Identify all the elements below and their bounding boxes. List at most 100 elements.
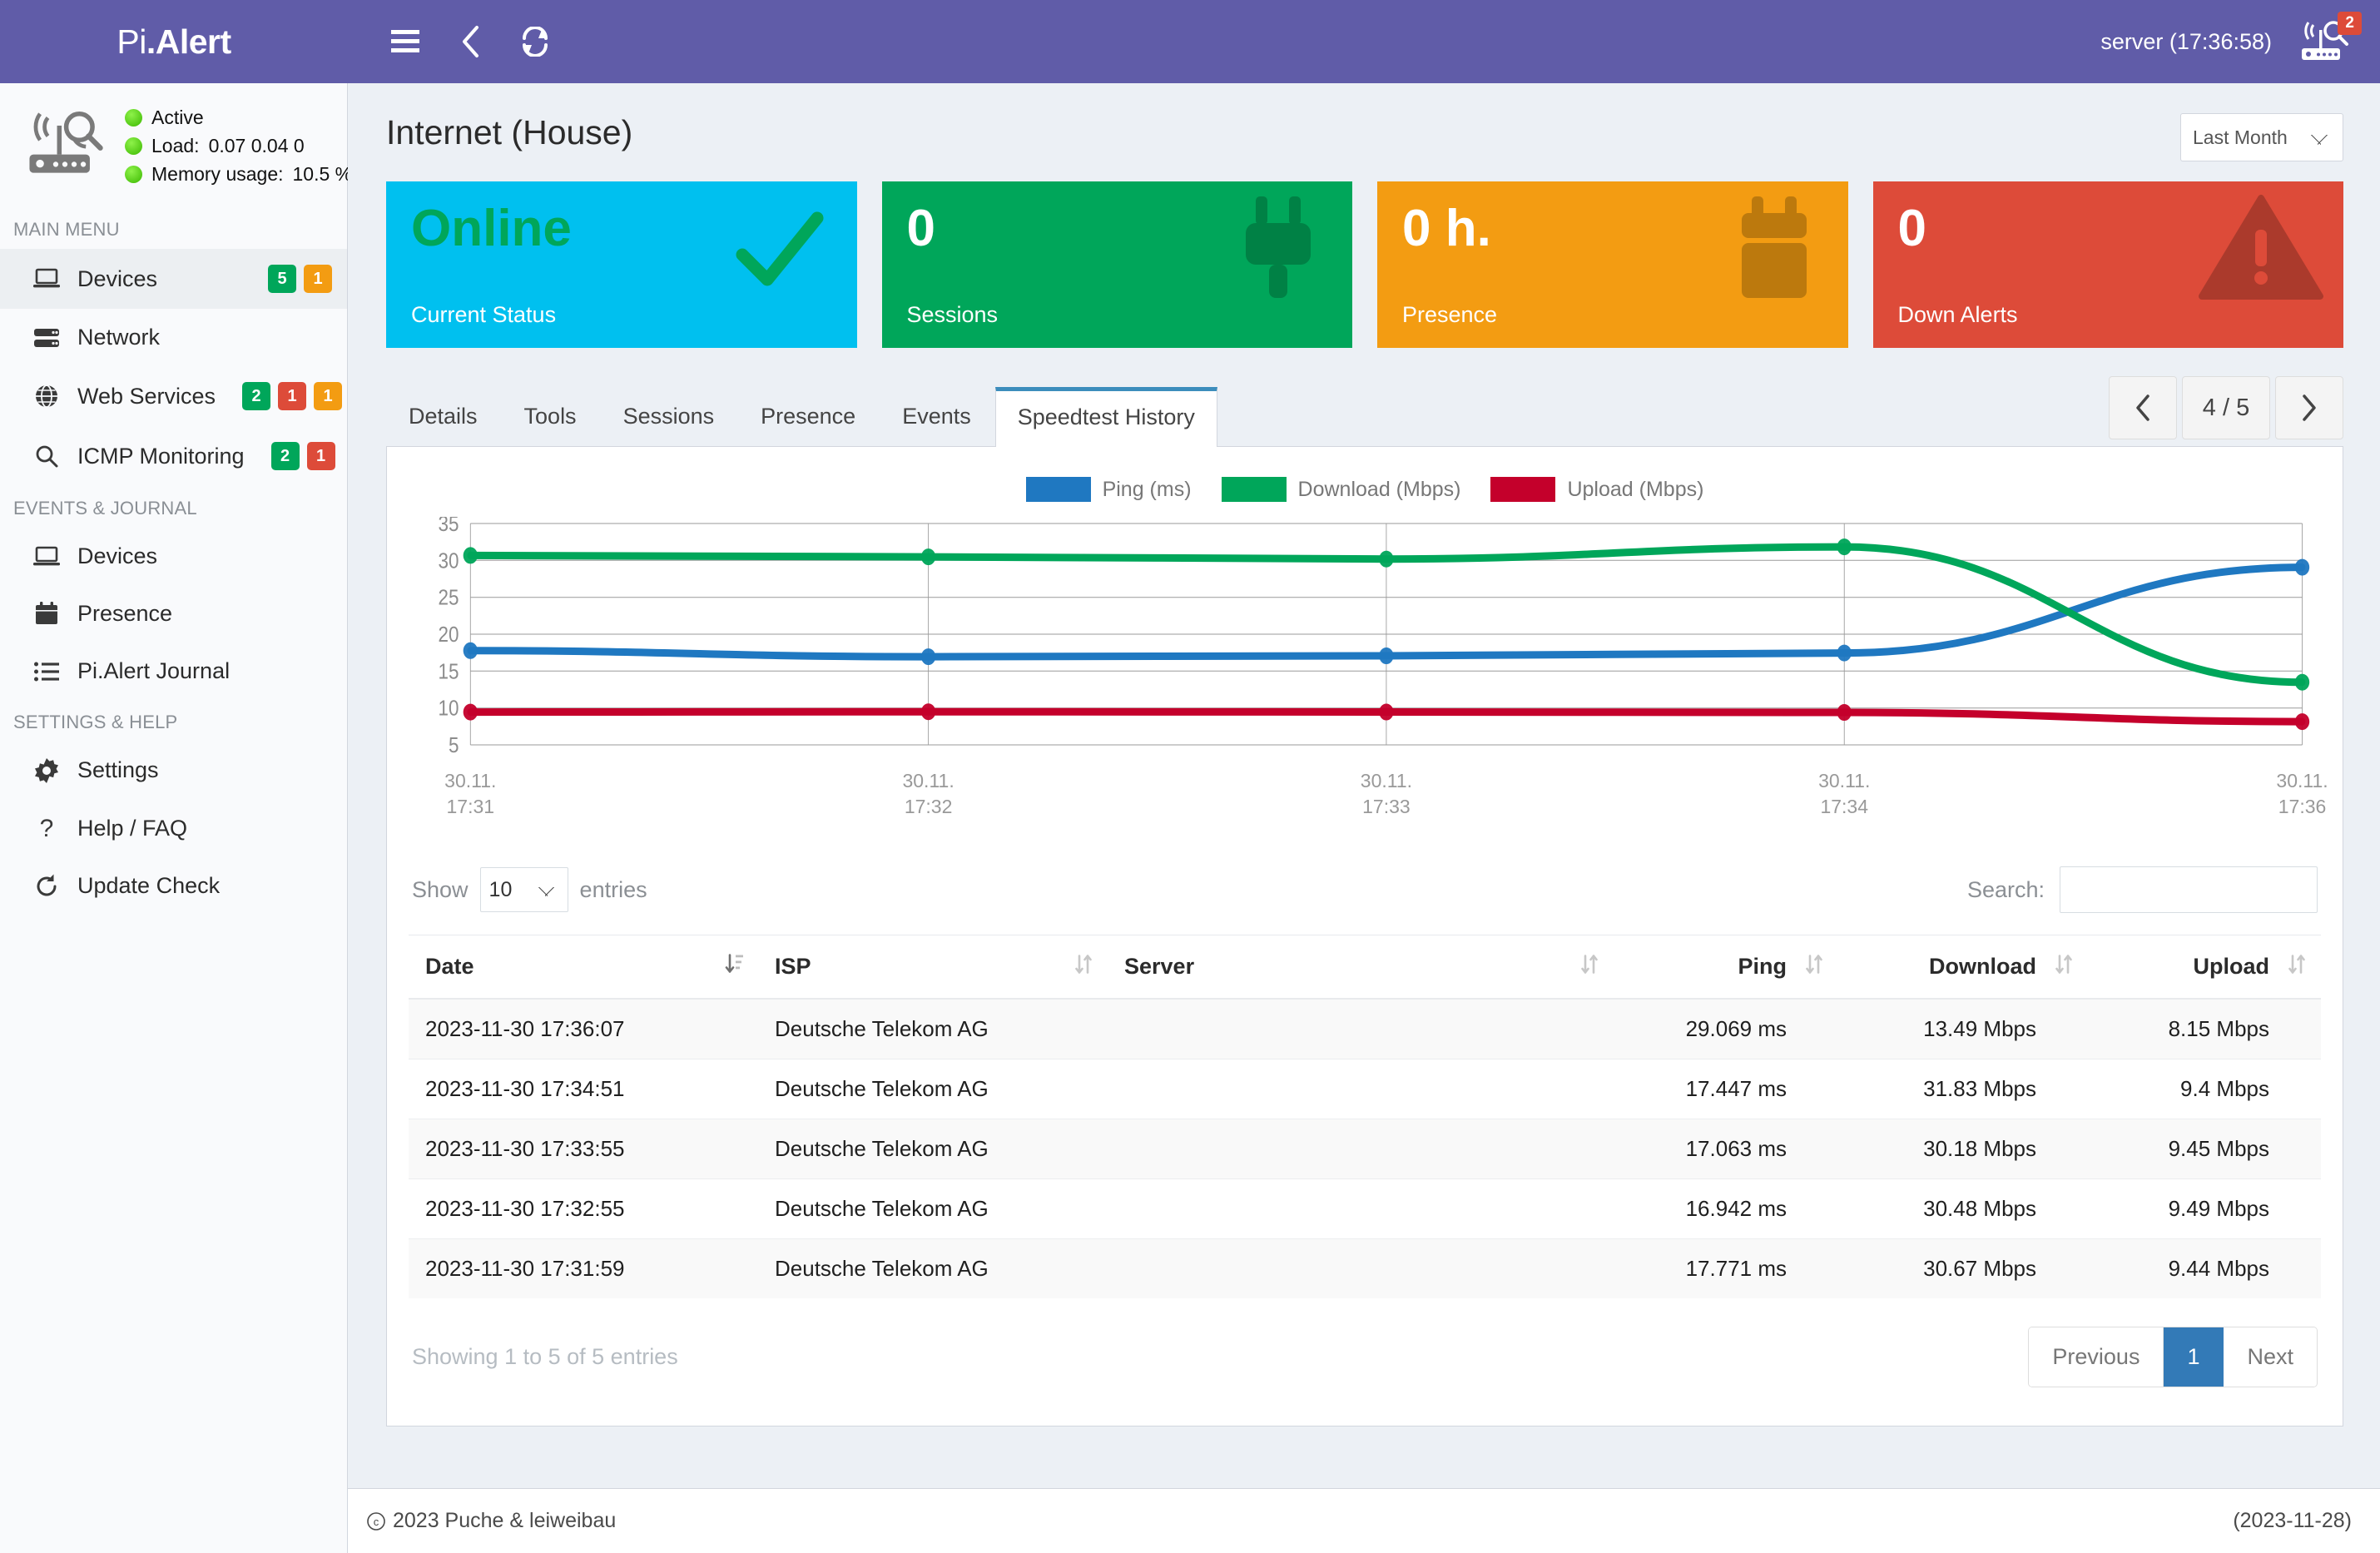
status-load-value: 0.07 0.04 0	[208, 135, 305, 156]
svg-text:c: c	[374, 1516, 379, 1528]
device-prev-button[interactable]	[2109, 376, 2177, 439]
tab-details[interactable]: Details	[386, 386, 500, 446]
tab-tools[interactable]: Tools	[502, 386, 599, 446]
cell-ping: 17.447 ms	[1614, 1059, 1838, 1119]
pagination-page-1[interactable]: 1	[2164, 1327, 2224, 1387]
sidebar-section-header: MAIN MENU	[13, 219, 120, 240]
table-header-row: Date ISP Server Ping Download Upload	[409, 935, 2321, 1000]
globe-icon	[32, 384, 61, 409]
warning-triangle-icon	[2199, 193, 2323, 305]
footer-copyright: c 2023 Puche & leiweibau	[366, 1509, 616, 1533]
table-row[interactable]: 2023-11-30 17:33:55 Deutsche Telekom AG 17…	[409, 1119, 2321, 1179]
column-header-date[interactable]: Date	[409, 935, 758, 1000]
sidebar-section-header: EVENTS & JOURNAL	[13, 498, 197, 518]
cell-download: 30.48 Mbps	[1838, 1178, 2088, 1239]
sidebar-item-label: Settings	[77, 757, 159, 782]
router-scan-icon	[22, 110, 108, 182]
stat-card-label: Current Status	[411, 302, 557, 327]
badge-orange: 1	[304, 265, 332, 293]
sort-indicator-icon	[1805, 951, 1823, 982]
cell-upload: 9.45 Mbps	[2088, 1119, 2321, 1179]
question-icon: ?	[32, 815, 61, 841]
search-input[interactable]	[2060, 866, 2318, 913]
sidebar-item-pi-alert-journal[interactable]: Pi.Alert Journal	[0, 643, 347, 700]
chart-x-tick-time: 17:36	[2278, 796, 2327, 818]
column-header-label: Date	[425, 954, 474, 979]
stat-card-current-status[interactable]: Online Current Status	[386, 181, 857, 348]
sidebar-item-update-check[interactable]: Update Check	[0, 857, 347, 915]
legend-item[interactable]: Ping (ms)	[1025, 477, 1192, 502]
logo-prefix: Pi	[117, 22, 146, 61]
stat-cards-row: Online Current Status 0 Sessions 0 h. Presenc…	[373, 181, 2343, 348]
legend-item[interactable]: Upload (Mbps)	[1490, 477, 1703, 502]
server-clock-label: server (17:36:58)	[2100, 28, 2272, 54]
cell-date: 2023-11-30 17:36:07	[409, 998, 758, 1059]
pagination-previous-button[interactable]: Previous	[2029, 1327, 2164, 1387]
status-memory-value: 10.5 %	[292, 163, 353, 185]
stat-card-label: Presence	[1402, 302, 1498, 327]
tab-sessions[interactable]: Sessions	[601, 386, 737, 446]
sidebar-menu: MAIN MENU Devices 5 1 Network Web Services 2 1 1…	[0, 207, 347, 915]
sidebar-item-icmp-monitoring[interactable]: ICMP Monitoring 2 1	[0, 426, 347, 486]
hamburger-icon[interactable]	[373, 0, 438, 83]
column-header-ping[interactable]: Ping	[1614, 935, 1838, 1000]
search-control: Search:	[1967, 866, 2318, 913]
column-header-upload[interactable]: Upload	[2088, 935, 2321, 1000]
sidebar-item-label: Pi.Alert Journal	[77, 658, 231, 683]
column-header-isp[interactable]: ISP	[758, 935, 1108, 1000]
cell-isp: Deutsche Telekom AG	[758, 1059, 1108, 1119]
column-header-label: Ping	[1738, 954, 1787, 979]
chart-legend: Ping (ms) Download (Mbps) Upload (Mbps)	[409, 472, 2321, 517]
legend-label: Ping (ms)	[1102, 477, 1192, 501]
chart-x-tick-time: 17:34	[1820, 796, 1868, 818]
tab-presence[interactable]: Presence	[738, 386, 878, 446]
sidebar-item-devices[interactable]: Devices 5 1	[0, 249, 347, 309]
sidebar-item-settings[interactable]: Settings	[0, 742, 347, 799]
sort-none-icon	[1075, 954, 1092, 974]
svg-text:35: 35	[438, 517, 459, 536]
sidebar-item-web-services[interactable]: Web Services 2 1 1	[0, 366, 347, 426]
table-row[interactable]: 2023-11-30 17:34:51 Deutsche Telekom AG 17…	[409, 1059, 2321, 1119]
sidebar-item-network[interactable]: Network	[0, 309, 347, 366]
page-header: Internet (House) Last Month	[373, 83, 2343, 181]
status-memory-label: Memory usage:	[151, 163, 284, 185]
tab-speedtest-history[interactable]: Speedtest History	[994, 387, 1217, 447]
device-next-button[interactable]	[2275, 376, 2343, 439]
table-row[interactable]: 2023-11-30 17:32:55 Deutsche Telekom AG 16…	[409, 1178, 2321, 1239]
sidebar-section-header: SETTINGS & HELP	[13, 712, 178, 732]
chevron-left-icon[interactable]	[438, 0, 503, 83]
refresh-icon[interactable]	[503, 0, 568, 83]
entries-per-page-select[interactable]: 102550100	[479, 867, 568, 912]
sort-indicator-icon	[1074, 951, 1093, 982]
pagination-next-button[interactable]: Next	[2224, 1327, 2317, 1387]
column-header-server[interactable]: Server	[1108, 935, 1614, 1000]
footer-copyright-text: 2023 Puche & leiweibau	[393, 1509, 617, 1532]
entries-label: entries	[579, 876, 647, 902]
topbar-left-controls	[348, 0, 2100, 83]
sidebar-item-devices[interactable]: Devices	[0, 528, 347, 585]
stat-card-down-alerts[interactable]: 0 Down Alerts	[1872, 181, 2343, 348]
table-row[interactable]: 2023-11-30 17:31:59 Deutsche Telekom AG 17…	[409, 1238, 2321, 1298]
sidebar-item-help-faq[interactable]: ? Help / FAQ	[0, 799, 347, 857]
badge-green: 2	[270, 442, 300, 470]
cell-isp: Deutsche Telekom AG	[758, 1178, 1108, 1239]
stat-card-label: Down Alerts	[1897, 302, 2018, 327]
app-logo[interactable]: Pi .Alert	[0, 0, 348, 83]
sidebar-item-presence[interactable]: Presence	[0, 585, 347, 643]
cell-date: 2023-11-30 17:33:55	[409, 1119, 758, 1179]
tab-events[interactable]: Events	[880, 386, 994, 446]
plug-icon	[1224, 193, 1332, 314]
chart-x-tick-time: 17:31	[446, 796, 495, 818]
legend-item[interactable]: Download (Mbps)	[1221, 477, 1460, 502]
legend-swatch	[1221, 477, 1287, 502]
period-range-select[interactable]: Last Month	[2180, 113, 2343, 161]
badge-orange: 1	[314, 382, 343, 410]
cell-ping: 17.063 ms	[1614, 1119, 1838, 1179]
column-header-download[interactable]: Download	[1838, 935, 2088, 1000]
chart-x-tick-date: 30.11.	[902, 770, 954, 791]
table-row[interactable]: 2023-11-30 17:36:07 Deutsche Telekom AG 29…	[409, 998, 2321, 1059]
router-scan-icon[interactable]: 2	[2293, 0, 2362, 83]
stat-card-sessions[interactable]: 0 Sessions	[881, 181, 1352, 348]
sort-desc-icon	[725, 953, 743, 973]
stat-card-presence[interactable]: 0 h. Presence	[1377, 181, 1848, 348]
